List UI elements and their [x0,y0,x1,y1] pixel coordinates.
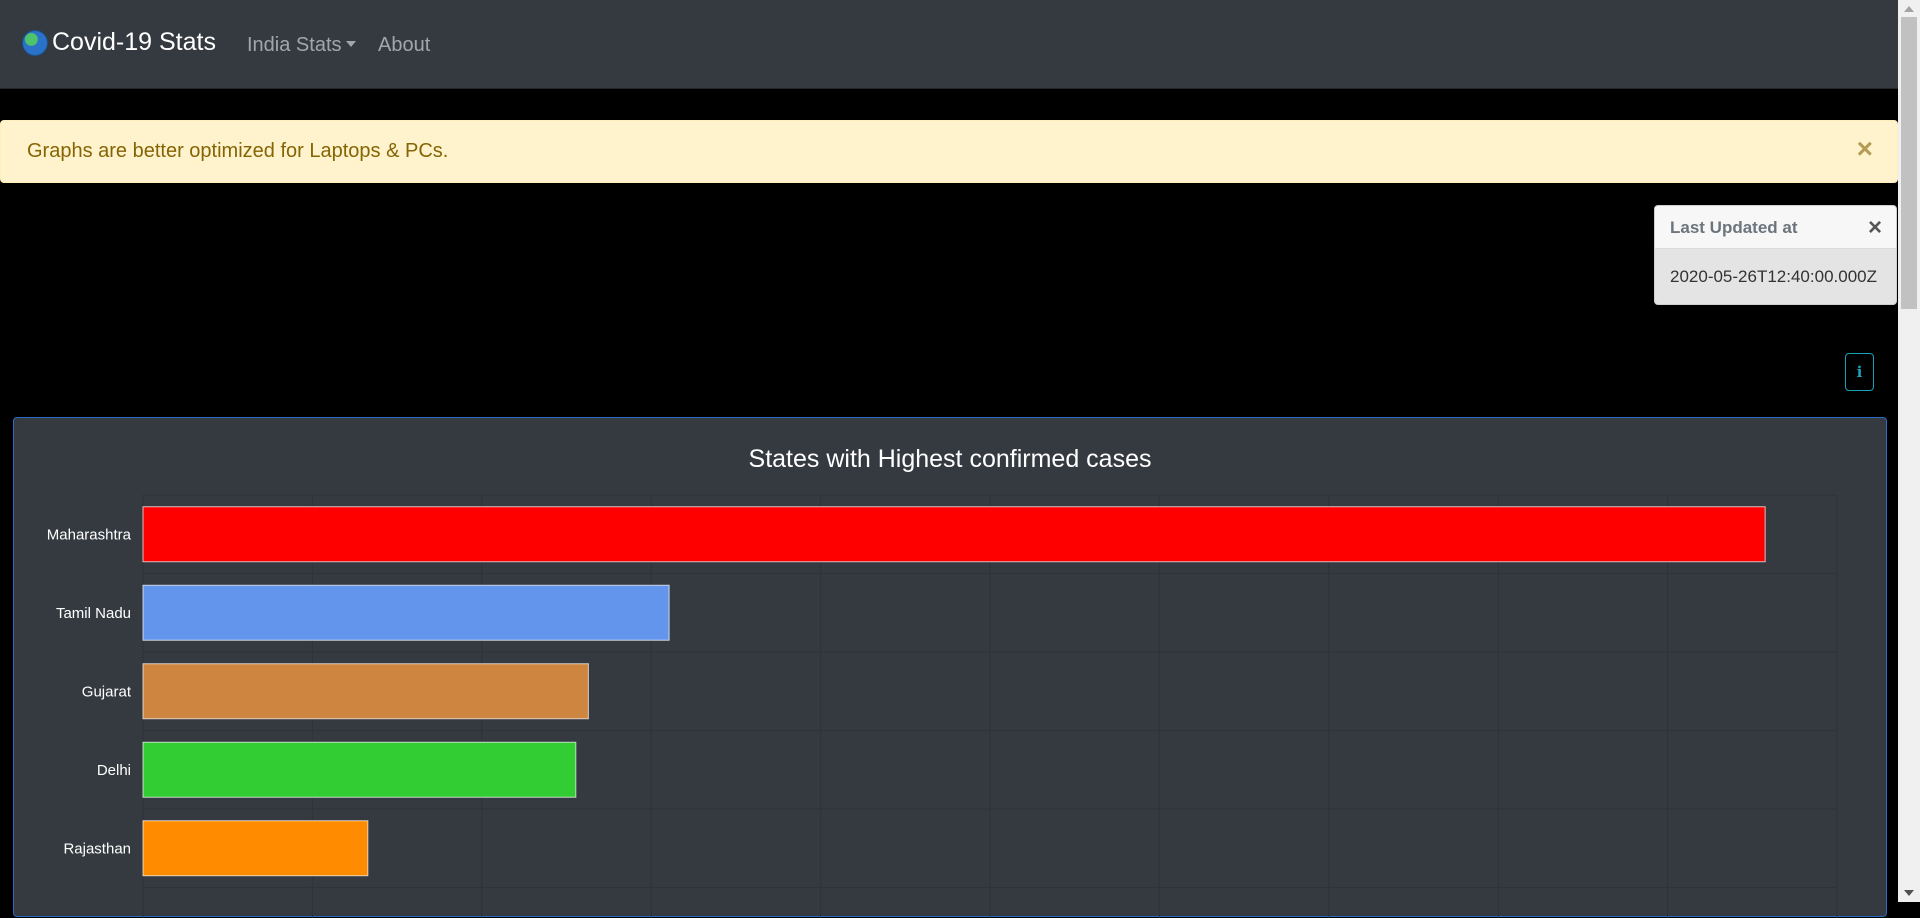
toast-title: Last Updated at [1670,218,1798,237]
scrollbar-thumb[interactable] [1901,17,1917,309]
alert-close-button[interactable]: × [1857,135,1873,163]
toast-header: Last Updated at × [1655,206,1896,249]
optimization-alert: Graphs are better optimized for Laptops … [0,120,1898,183]
scroll-down-arrow-icon[interactable] [1904,890,1914,896]
scroll-up-arrow-icon[interactable] [1904,6,1914,12]
info-button[interactable]: i [1845,353,1874,391]
toast-close-button[interactable]: × [1868,214,1882,242]
nav-india-stats-dropdown[interactable]: India Stats [247,34,356,57]
nav-about-link[interactable]: About [378,34,430,57]
bar-maharashtra[interactable] [142,506,1766,563]
bar-tamil-nadu[interactable] [142,584,670,641]
chart-card: States with Highest confirmed cases Maha… [13,417,1887,918]
vertical-scrollbar[interactable] [1898,0,1920,902]
last-updated-toast: Last Updated at × 2020-05-26T12:40:00.00… [1654,205,1897,305]
bar-gujarat[interactable] [142,663,589,720]
category-label: Maharashtra [47,526,132,543]
brand-link[interactable]: Covid-19 Stats [22,28,216,57]
caret-down-icon [345,41,356,48]
category-label: Tamil Nadu [56,605,131,622]
alert-message: Graphs are better optimized for Laptops … [27,140,449,162]
bar-delhi[interactable] [142,741,577,798]
category-label: Delhi [97,762,131,779]
navbar: Covid-19 Stats India Stats About [0,0,1898,89]
globe-icon [22,29,48,56]
bar-chart: Maharashtra Tamil Nadu Gujarat Delhi Rajasth… [47,494,1838,918]
category-label: Gujarat [82,683,132,700]
toast-timestamp: 2020-05-26T12:40:00.000Z [1670,267,1877,286]
category-label: Rajasthan [63,840,131,857]
bar-rajasthan[interactable] [142,820,369,877]
brand-title: Covid-19 Stats [52,28,216,56]
nav-india-stats-label: India Stats [247,34,342,56]
